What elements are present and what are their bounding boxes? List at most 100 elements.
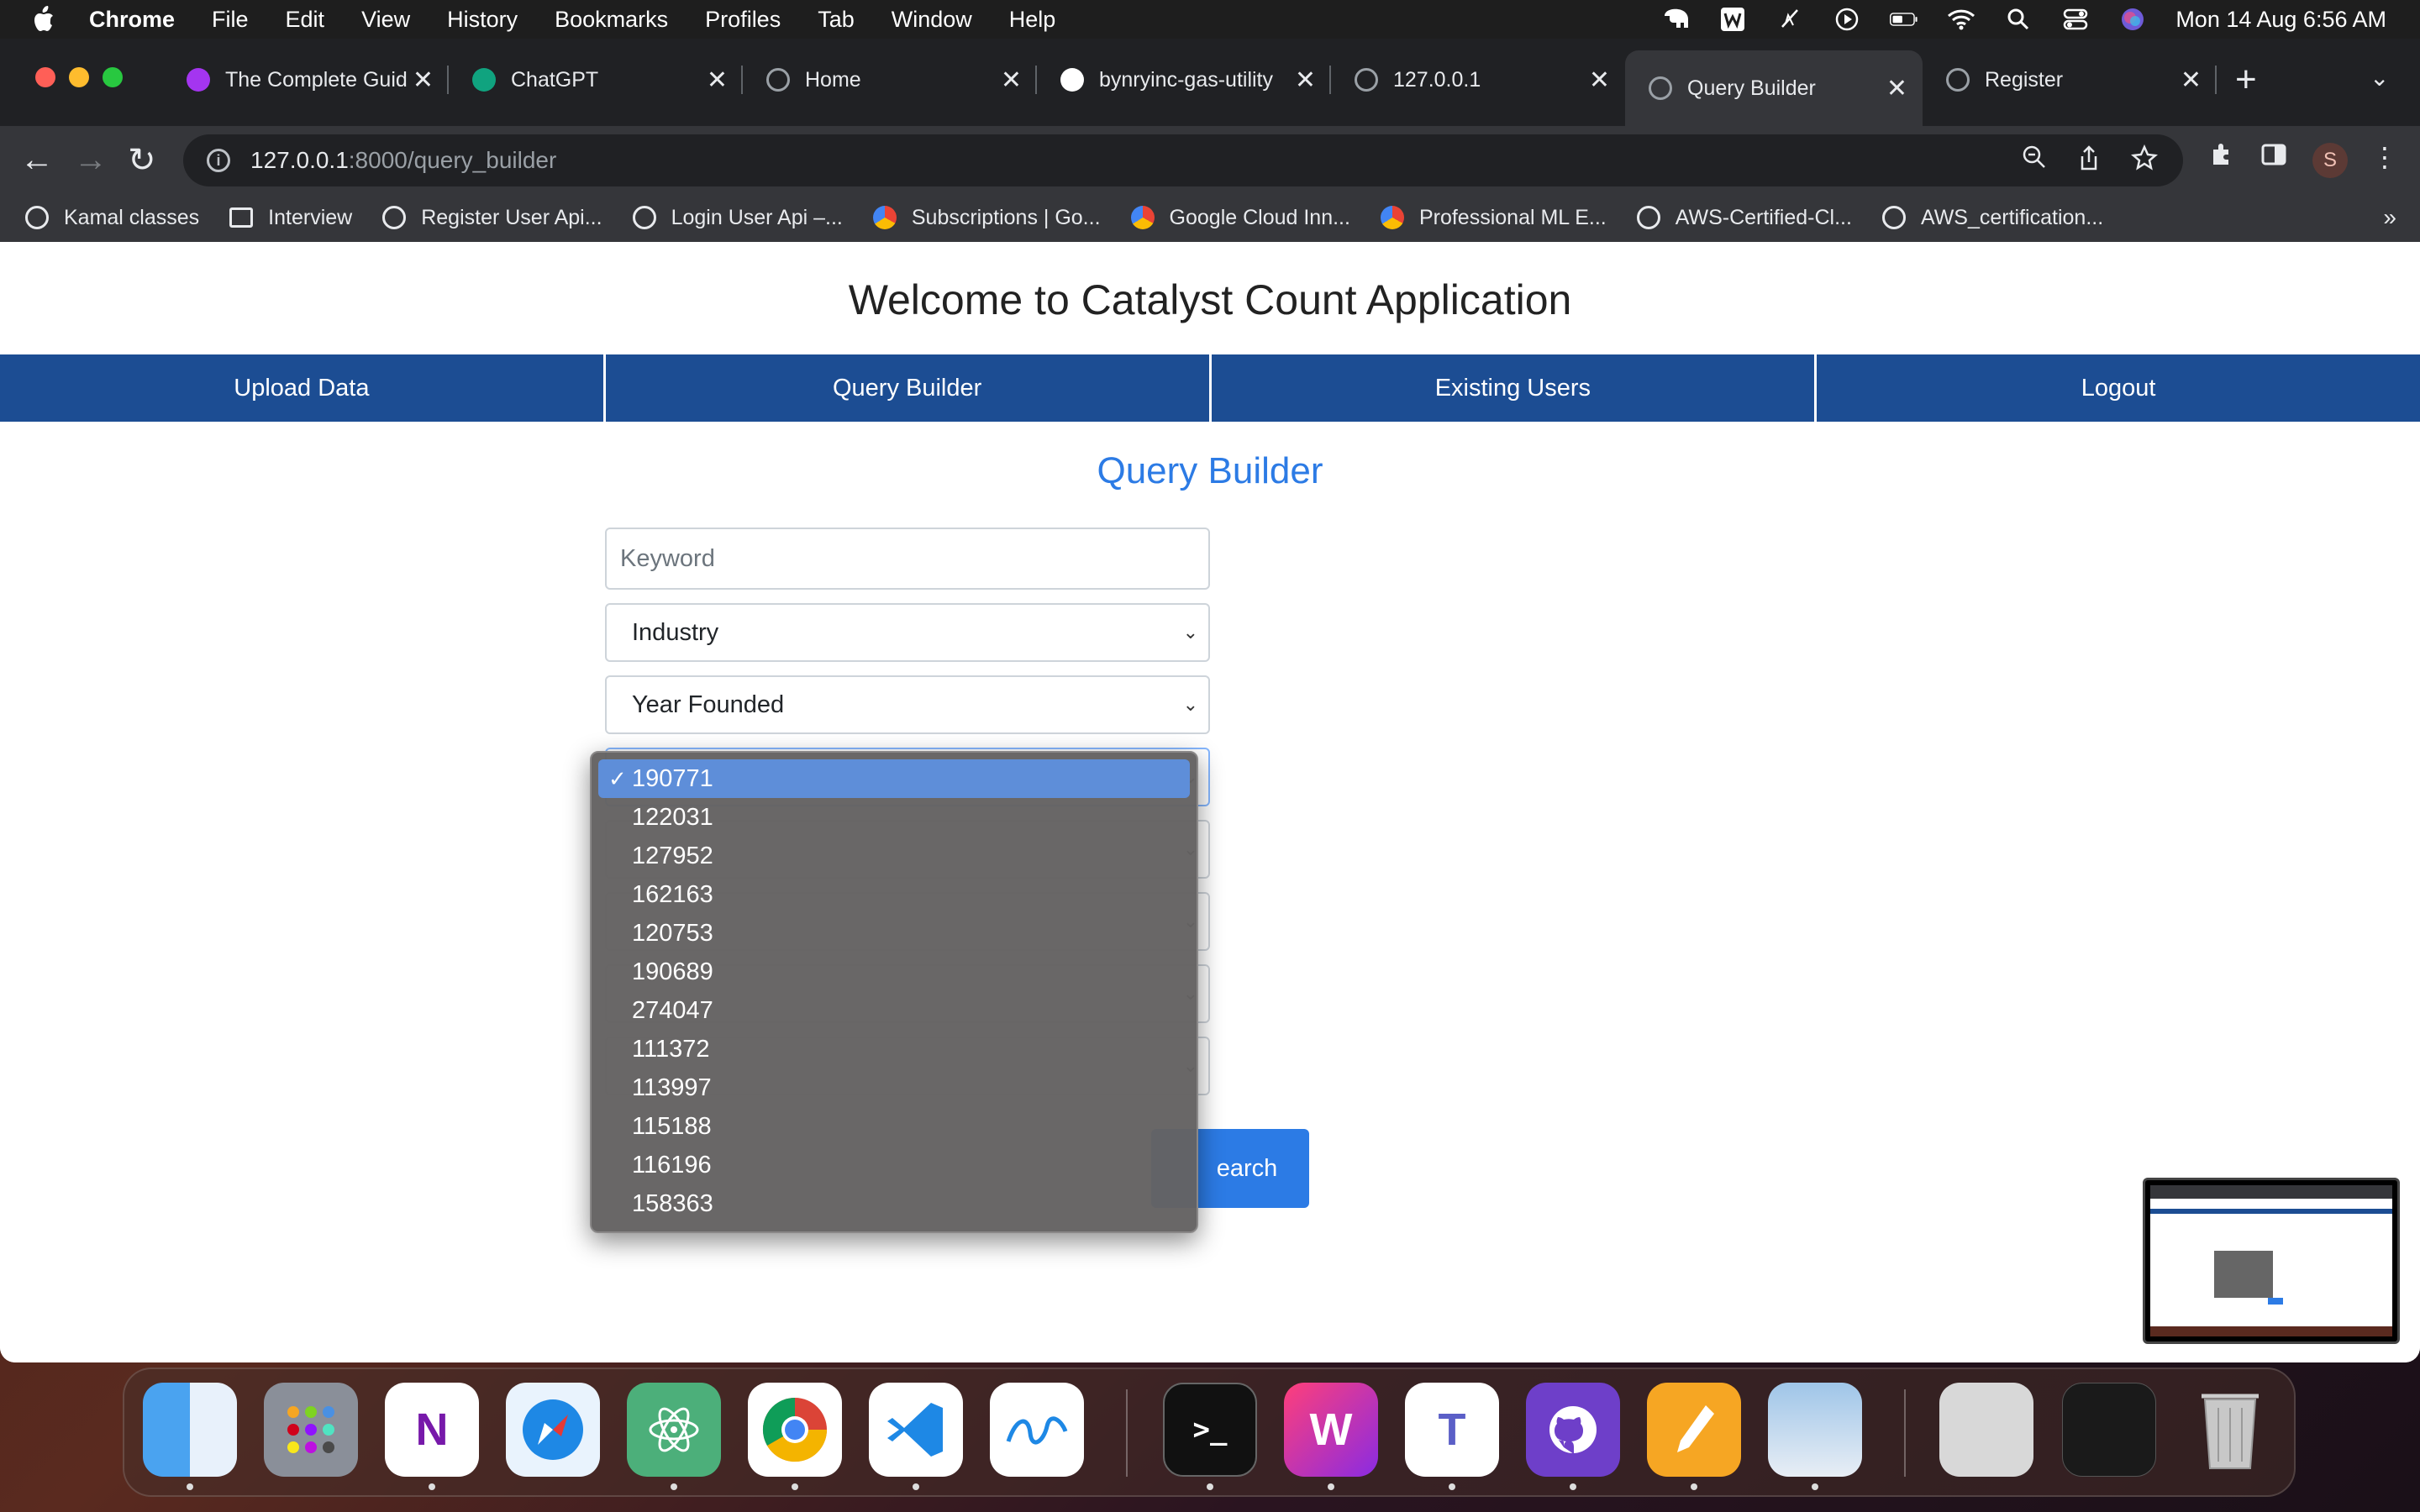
tab-close-icon[interactable]: ✕ <box>1886 74 1907 103</box>
menu-view[interactable]: View <box>361 7 410 33</box>
spotlight-search-icon[interactable] <box>2004 7 2033 32</box>
share-icon[interactable] <box>2077 144 2101 178</box>
nav-existing-users[interactable]: Existing Users <box>1211 354 1818 422</box>
address-bar[interactable]: i 127.0.0.1:8000/query_builder <box>183 134 2183 186</box>
new-tab-icon[interactable]: + <box>2235 59 2257 101</box>
mute-icon[interactable] <box>1776 7 1804 32</box>
bookmark-login-user-api[interactable]: Login User Api –... <box>632 206 843 230</box>
battery-icon[interactable] <box>1890 7 1918 32</box>
profile-avatar[interactable]: S <box>2312 143 2348 178</box>
vscode-icon[interactable] <box>869 1383 963 1477</box>
back-icon[interactable]: ← <box>20 141 54 179</box>
freeform-icon[interactable] <box>990 1383 1084 1477</box>
zoom-window-icon[interactable] <box>103 67 123 87</box>
industry-select[interactable]: Industry ⌄ <box>605 603 1210 662</box>
tab-chatgpt[interactable]: ChatGPT ✕ <box>449 50 743 109</box>
close-window-icon[interactable] <box>35 67 55 87</box>
bookmark-subscriptions[interactable]: Subscriptions | Go... <box>872 206 1101 230</box>
zoom-out-icon[interactable] <box>2022 144 2047 178</box>
tab-close-icon[interactable]: ✕ <box>413 66 434 95</box>
dropdown-option[interactable]: 274047 <box>592 991 1197 1030</box>
bookmark-register-user-api[interactable]: Register User Api... <box>382 206 602 230</box>
bookmark-aws-certification[interactable]: AWS_certification... <box>1881 206 2103 230</box>
tab-close-icon[interactable]: ✕ <box>1001 66 1022 95</box>
bookmark-professional-ml[interactable]: Professional ML E... <box>1380 206 1607 230</box>
trash-icon[interactable] <box>2183 1383 2277 1477</box>
wps-office-icon[interactable]: W <box>1284 1383 1378 1477</box>
tab-localhost[interactable]: 127.0.0.1 ✕ <box>1331 50 1625 109</box>
tab-home[interactable]: Home ✕ <box>743 50 1037 109</box>
menu-profiles[interactable]: Profiles <box>705 7 781 33</box>
tab-register[interactable]: Register ✕ <box>1923 50 2217 109</box>
dropdown-option[interactable]: 120753 <box>592 914 1197 953</box>
bookmark-aws-certified[interactable]: AWS-Certified-Cl... <box>1636 206 1852 230</box>
teams-icon[interactable]: T <box>1405 1383 1499 1477</box>
keyword-input[interactable]: Keyword <box>605 528 1210 590</box>
bookmark-star-icon[interactable] <box>2131 144 2158 178</box>
menu-tab[interactable]: Tab <box>818 7 855 33</box>
pages-icon[interactable] <box>1647 1383 1741 1477</box>
bookmark-kamal-classes[interactable]: Kamal classes <box>25 206 199 230</box>
site-info-icon[interactable]: i <box>207 149 230 172</box>
side-panel-icon[interactable] <box>2260 141 2287 175</box>
elephant-icon[interactable] <box>1661 7 1690 32</box>
menu-edit[interactable]: Edit <box>286 7 325 33</box>
extensions-icon[interactable] <box>2208 141 2235 175</box>
nav-upload-data[interactable]: Upload Data <box>0 354 606 422</box>
nav-query-builder[interactable]: Query Builder <box>605 354 1212 422</box>
screenshot-thumbnail[interactable] <box>2143 1178 2400 1344</box>
menu-help[interactable]: Help <box>1009 7 1056 33</box>
tab-close-icon[interactable]: ✕ <box>1589 66 1610 95</box>
menu-file[interactable]: File <box>212 7 249 33</box>
tab-close-icon[interactable]: ✕ <box>1295 66 1316 95</box>
year-founded-select[interactable]: Year Founded ⌄ <box>605 675 1210 734</box>
recent-window-thumbnail-icon[interactable] <box>2062 1383 2156 1477</box>
safari-icon[interactable] <box>506 1383 600 1477</box>
tab-complete-guide[interactable]: The Complete Guid ✕ <box>163 50 449 109</box>
menu-history[interactable]: History <box>447 7 518 33</box>
apple-logo-icon[interactable] <box>30 5 55 34</box>
chrome-icon[interactable] <box>748 1383 842 1477</box>
dropdown-option[interactable]: 158363 <box>592 1184 1197 1223</box>
tab-search-chevron-icon[interactable]: ⌄ <box>2370 64 2389 92</box>
tab-title: 127.0.0.1 <box>1393 67 1481 92</box>
dropdown-option[interactable]: 127952 <box>592 837 1197 875</box>
github-desktop-icon[interactable] <box>1526 1383 1620 1477</box>
nav-logout[interactable]: Logout <box>1817 354 2420 422</box>
menu-window[interactable]: Window <box>892 7 972 33</box>
bookmark-google-cloud-inn[interactable]: Google Cloud Inn... <box>1130 206 1350 230</box>
document-stack-icon[interactable] <box>1939 1383 2033 1477</box>
chrome-menu-icon[interactable]: ⋮ <box>2371 141 2398 173</box>
menubar-clock[interactable]: Mon 14 Aug 6:56 AM <box>2175 7 2386 33</box>
dropdown-option[interactable]: 162163 <box>592 875 1197 914</box>
dropdown-option[interactable]: 122031 <box>592 798 1197 837</box>
launchpad-icon[interactable] <box>264 1383 358 1477</box>
tab-close-icon[interactable]: ✕ <box>707 66 728 95</box>
dropdown-option-selected[interactable]: ✓ 190771 <box>598 759 1190 798</box>
wps-tray-icon[interactable] <box>1718 7 1747 32</box>
dropdown-option[interactable]: 111372 <box>592 1030 1197 1068</box>
forward-icon[interactable]: → <box>74 141 108 179</box>
atom-icon[interactable] <box>627 1383 721 1477</box>
bookmarks-overflow-icon[interactable]: » <box>2383 204 2396 231</box>
menu-bookmarks[interactable]: Bookmarks <box>555 7 668 33</box>
wifi-icon[interactable] <box>1947 7 1975 32</box>
finder-icon[interactable] <box>143 1383 237 1477</box>
menu-app-name[interactable]: Chrome <box>89 7 175 33</box>
bookmark-interview-folder[interactable]: Interview <box>229 206 352 230</box>
dropdown-option[interactable]: 116196 <box>592 1146 1197 1184</box>
preview-icon[interactable] <box>1768 1383 1862 1477</box>
tab-query-builder[interactable]: Query Builder ✕ <box>1625 50 1923 126</box>
siri-icon[interactable] <box>2118 7 2147 32</box>
reload-icon[interactable]: ↻ <box>128 141 156 180</box>
dropdown-option[interactable]: 113997 <box>592 1068 1197 1107</box>
dropdown-option[interactable]: 190689 <box>592 953 1197 991</box>
dropdown-option[interactable]: 115188 <box>592 1107 1197 1146</box>
tab-github-repo[interactable]: bynryinc-gas-utility ✕ <box>1037 50 1331 109</box>
control-center-icon[interactable] <box>2061 7 2090 32</box>
tab-close-icon[interactable]: ✕ <box>2181 66 2202 95</box>
onenote-icon[interactable]: N <box>385 1383 479 1477</box>
minimize-window-icon[interactable] <box>69 67 89 87</box>
play-circle-icon[interactable] <box>1833 7 1861 32</box>
terminal-icon[interactable]: >_ <box>1163 1383 1257 1477</box>
